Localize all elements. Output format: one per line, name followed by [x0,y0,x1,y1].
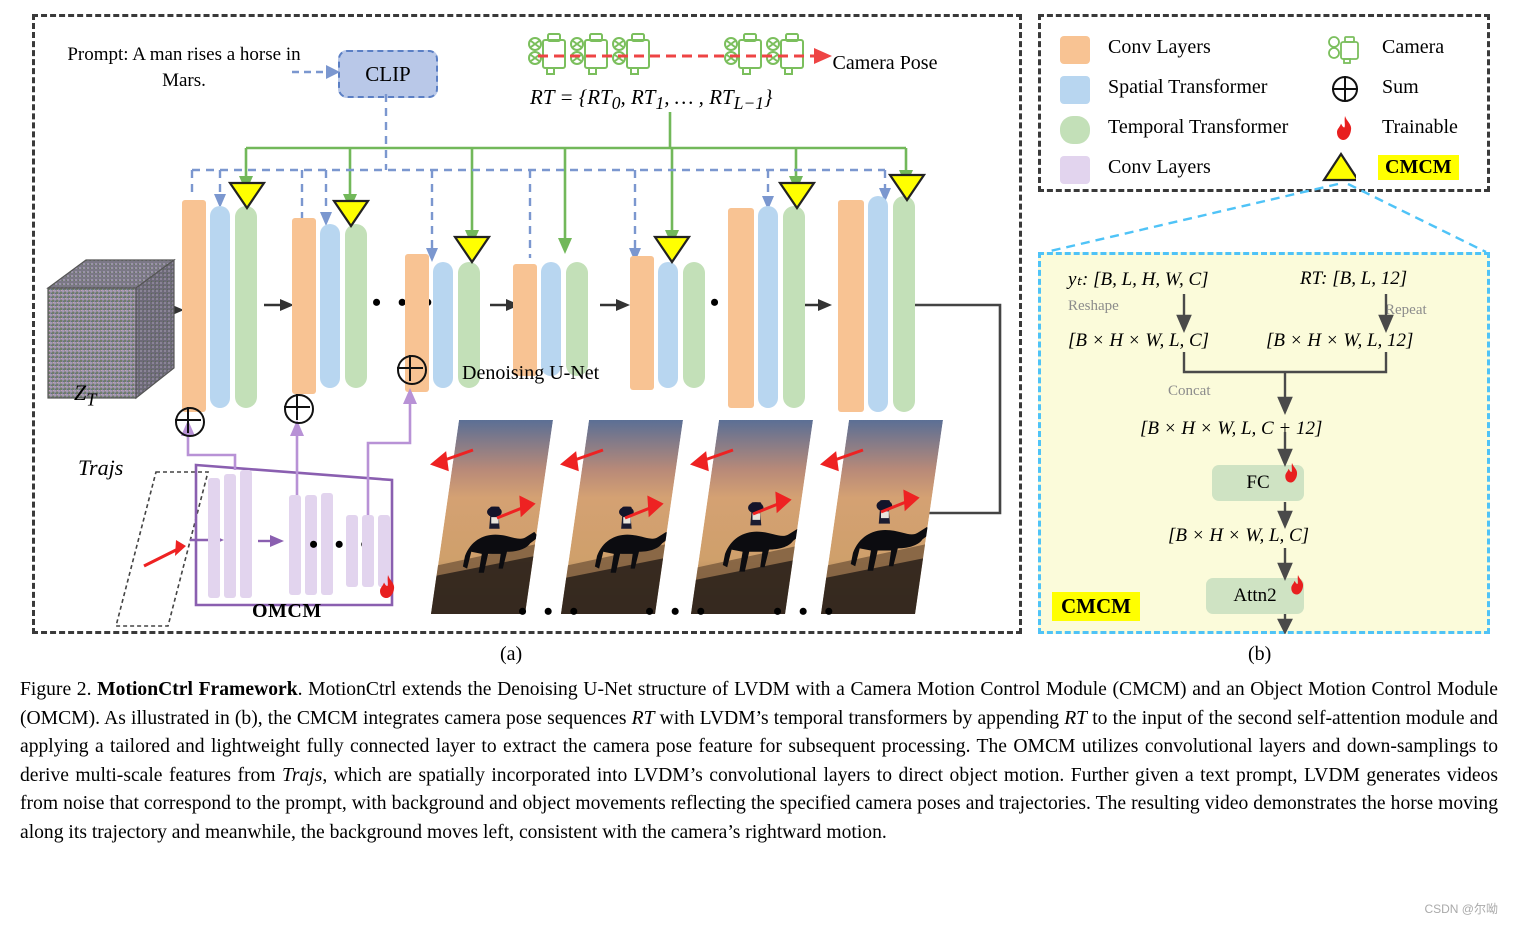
legend-swatch-conv [1060,36,1090,64]
caption-rt-1: RT [631,707,655,729]
sum-icon-1 [175,407,205,437]
omcm-label: OMCM [252,600,322,622]
subfigure-label-a: (a) [500,643,523,665]
legend-label-temporal: Temporal Transformer [1108,116,1289,138]
subfigure-label-b: (b) [1248,643,1272,665]
legend-label-omcm-conv: Conv Layers [1108,156,1211,178]
legend-label-trainable: Trainable [1382,116,1458,138]
omcm-conv-1b [224,474,236,598]
figure-caption: Figure 2. MotionCtrl Framework. MotionCt… [20,676,1498,848]
watermark: CSDN @尔呦 [1424,902,1498,916]
ellipsis-frames-1: • • • [518,597,584,626]
omcm-conv-2a [289,495,301,595]
omcm-conv-1a [208,478,220,598]
omcm-conv-1c [240,470,252,598]
sum-icon-2 [284,394,314,424]
legend-label-conv: Conv Layers [1108,36,1211,58]
ellipsis-frames-3: • • • [773,597,839,626]
figure-number: Figure 2. [20,679,92,700]
legend-swatch-spatial [1060,76,1090,104]
caption-trajs: Trajs [282,764,323,786]
sum-icon-legend [1328,74,1362,104]
legend-swatch-temporal [1060,116,1090,144]
caption-part-2: with LVDM’s temporal transformers by app… [654,707,1065,729]
camera-icon [1328,34,1362,64]
cmcm-connector [1045,182,1487,254]
cmcm-flow-arrows [1176,294,1394,634]
flame-icon-omcm [380,575,395,598]
sum-icon-3 [397,355,427,385]
flame-icon [1328,114,1362,144]
figure-title: MotionCtrl Framework [97,679,298,700]
legend-label-cmcm: CMCM [1378,155,1459,180]
omcm-conv-3a [346,515,358,587]
legend-label-spatial: Spatial Transformer [1108,76,1268,98]
omcm-conv-3b [362,515,374,587]
legend-label-camera: Camera [1382,36,1445,58]
legend-label-sum: Sum [1382,76,1419,98]
ellipsis-frames-2: • • • [645,597,711,626]
yellow-triangle-icon [1322,151,1356,182]
caption-rt-2: RT [1064,707,1088,729]
